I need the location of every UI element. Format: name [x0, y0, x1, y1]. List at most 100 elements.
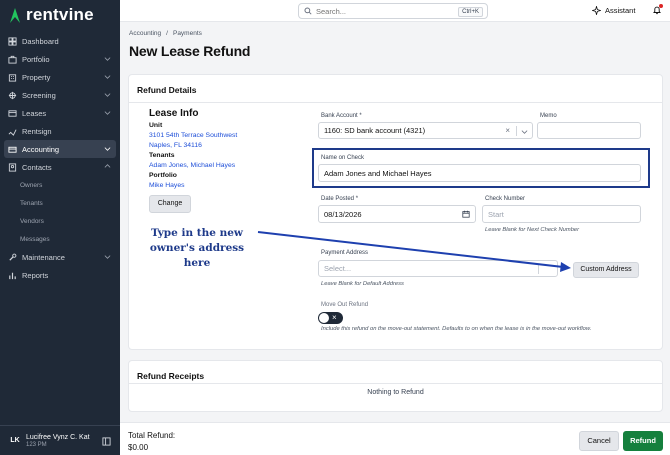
chevron-down-icon: [104, 111, 111, 115]
select-divider: [538, 264, 539, 274]
payment-address-placeholder: Select...: [324, 264, 352, 273]
chevron-down-icon: [104, 93, 111, 97]
search-shortcut-badge: Ctrl+K: [458, 7, 483, 17]
sidebar-item-maintenance[interactable]: Maintenance: [0, 248, 120, 266]
name-on-check-label: Name on Check: [321, 155, 365, 161]
sidebar-subitem-tenants[interactable]: Tenants: [0, 194, 120, 212]
search-input[interactable]: [316, 6, 446, 16]
chevron-down-icon[interactable]: [521, 128, 528, 135]
search-box[interactable]: Ctrl+K: [298, 3, 488, 19]
sidebar-nav: Dashboard Portfolio Property Screening L…: [0, 32, 120, 284]
payment-address-label: Payment Address: [321, 250, 369, 256]
topbar: Ctrl+K Assistant: [120, 0, 670, 22]
close-icon: ×: [332, 313, 337, 322]
chevron-down-icon: [104, 57, 111, 61]
move-out-refund-hint: Include this refund on the move-out stat…: [321, 326, 592, 332]
sidebar-subitem-messages[interactable]: Messages: [0, 230, 120, 248]
rentsign-icon: [8, 127, 17, 136]
select-divider: [516, 126, 517, 136]
sidebar-item-label: Reports: [22, 270, 49, 280]
user-profile[interactable]: LK Lucifree Vynz C. Kat 123 PM: [0, 425, 120, 455]
page-title: New Lease Refund: [129, 43, 251, 59]
tenants-link[interactable]: Adam Jones, Michael Hayes: [149, 161, 279, 171]
portfolio-label: Portfolio: [149, 172, 177, 179]
total-refund-label: Total Refund:: [128, 431, 176, 440]
check-number-input[interactable]: Start: [482, 205, 641, 223]
move-out-refund-toggle[interactable]: ×: [318, 312, 343, 324]
sidebar-item-reports[interactable]: Reports: [0, 266, 120, 284]
sidebar: rentvine Dashboard Portfolio Property Sc…: [0, 0, 120, 455]
property-icon: [8, 73, 17, 82]
sidebar-item-label: Screening: [22, 90, 56, 100]
reports-icon: [8, 271, 17, 280]
memo-label: Memo: [540, 113, 557, 119]
breadcrumb-payments[interactable]: Payments: [173, 30, 202, 37]
payment-address-hint: Leave Blank for Default Address: [321, 281, 404, 287]
change-lease-button[interactable]: Change: [149, 195, 191, 213]
unit-address-line1[interactable]: 3101 54th Terrace Southwest: [149, 131, 279, 141]
avatar: LK: [10, 437, 20, 444]
sidebar-item-label: Leases: [22, 108, 47, 118]
search-icon: [304, 7, 312, 15]
clear-icon[interactable]: ×: [505, 126, 510, 135]
sidebar-item-contacts[interactable]: Contacts: [0, 158, 120, 176]
refund-receipts-card: Refund Receipts Nothing to Refund: [128, 360, 663, 412]
chevron-down-icon: [104, 75, 111, 79]
sidebar-item-leases[interactable]: Leases: [0, 104, 120, 122]
breadcrumb: Accounting / Payments: [129, 30, 202, 37]
bank-account-label: Bank Account *: [321, 113, 362, 119]
sidebar-item-property[interactable]: Property: [0, 68, 120, 86]
annotation-text: Type in the new owner's address here: [149, 227, 245, 269]
sidebar-item-label: Rentsign: [22, 126, 52, 136]
check-number-hint: Leave Blank for Next Check Number: [485, 227, 580, 233]
breadcrumb-separator: /: [166, 30, 168, 37]
unit-address-line2[interactable]: Naples, FL 34116: [149, 141, 279, 151]
total-refund-value: $0.00: [128, 443, 149, 452]
user-role: 123 PM: [26, 441, 47, 448]
breadcrumb-accounting[interactable]: Accounting: [129, 30, 161, 37]
logo[interactable]: rentvine: [0, 0, 120, 30]
sidebar-item-accounting[interactable]: Accounting: [4, 140, 116, 158]
empty-state-text: Nothing to Refund: [367, 389, 424, 396]
date-posted-label: Date Posted *: [321, 196, 359, 202]
toggle-knob: [319, 313, 329, 323]
sidebar-item-label: Contacts: [22, 162, 52, 172]
sidebar-item-dashboard[interactable]: Dashboard: [0, 32, 120, 50]
move-out-refund-label: Move Out Refund: [321, 302, 369, 308]
bank-account-select[interactable]: 1160: SD bank account (4321) ×: [318, 122, 533, 139]
date-posted-input[interactable]: 08/13/2026: [318, 205, 476, 223]
logo-text: rentvine: [26, 5, 94, 24]
memo-input[interactable]: [537, 122, 641, 139]
chevron-down-icon: [104, 255, 111, 259]
assistant-label: Assistant: [605, 6, 636, 15]
payment-address-select[interactable]: Select...: [318, 260, 558, 277]
sidebar-subitem-owners[interactable]: Owners: [0, 176, 120, 194]
sidebar-subitem-vendors[interactable]: Vendors: [0, 212, 120, 230]
divider: [129, 102, 662, 103]
lease-info-heading: Lease Info: [149, 108, 199, 119]
sidebar-item-portfolio[interactable]: Portfolio: [0, 50, 120, 68]
refund-button[interactable]: Refund: [623, 431, 663, 451]
sidebar-item-screening[interactable]: Screening: [0, 86, 120, 104]
wrench-icon: [8, 253, 17, 262]
notification-dot: [659, 4, 663, 8]
name-on-check-input[interactable]: Adam Jones and Michael Hayes: [318, 164, 641, 182]
portfolio-link[interactable]: Mike Hayes: [149, 181, 279, 191]
sidebar-item-label: Maintenance: [22, 252, 65, 262]
calendar-icon[interactable]: [462, 210, 470, 218]
rentvine-leaf-icon: [10, 8, 20, 23]
lease-info: Lease Info Unit 3101 54th Terrace Southw…: [149, 108, 279, 213]
assistant-button[interactable]: Assistant: [592, 6, 635, 15]
user-menu-icon[interactable]: [102, 437, 111, 446]
card-title: Refund Details: [137, 85, 197, 95]
card-title: Refund Receipts: [137, 371, 205, 381]
sidebar-item-rentsign[interactable]: Rentsign: [0, 122, 120, 140]
cancel-button[interactable]: Cancel: [579, 431, 619, 451]
chevron-up-icon: [104, 164, 111, 168]
date-posted-value: 08/13/2026: [324, 209, 362, 219]
custom-address-button[interactable]: Custom Address: [573, 262, 639, 278]
dashboard-icon: [8, 36, 17, 46]
divider: [129, 383, 662, 384]
check-number-label: Check Number: [485, 196, 526, 202]
leases-icon: [8, 109, 17, 118]
